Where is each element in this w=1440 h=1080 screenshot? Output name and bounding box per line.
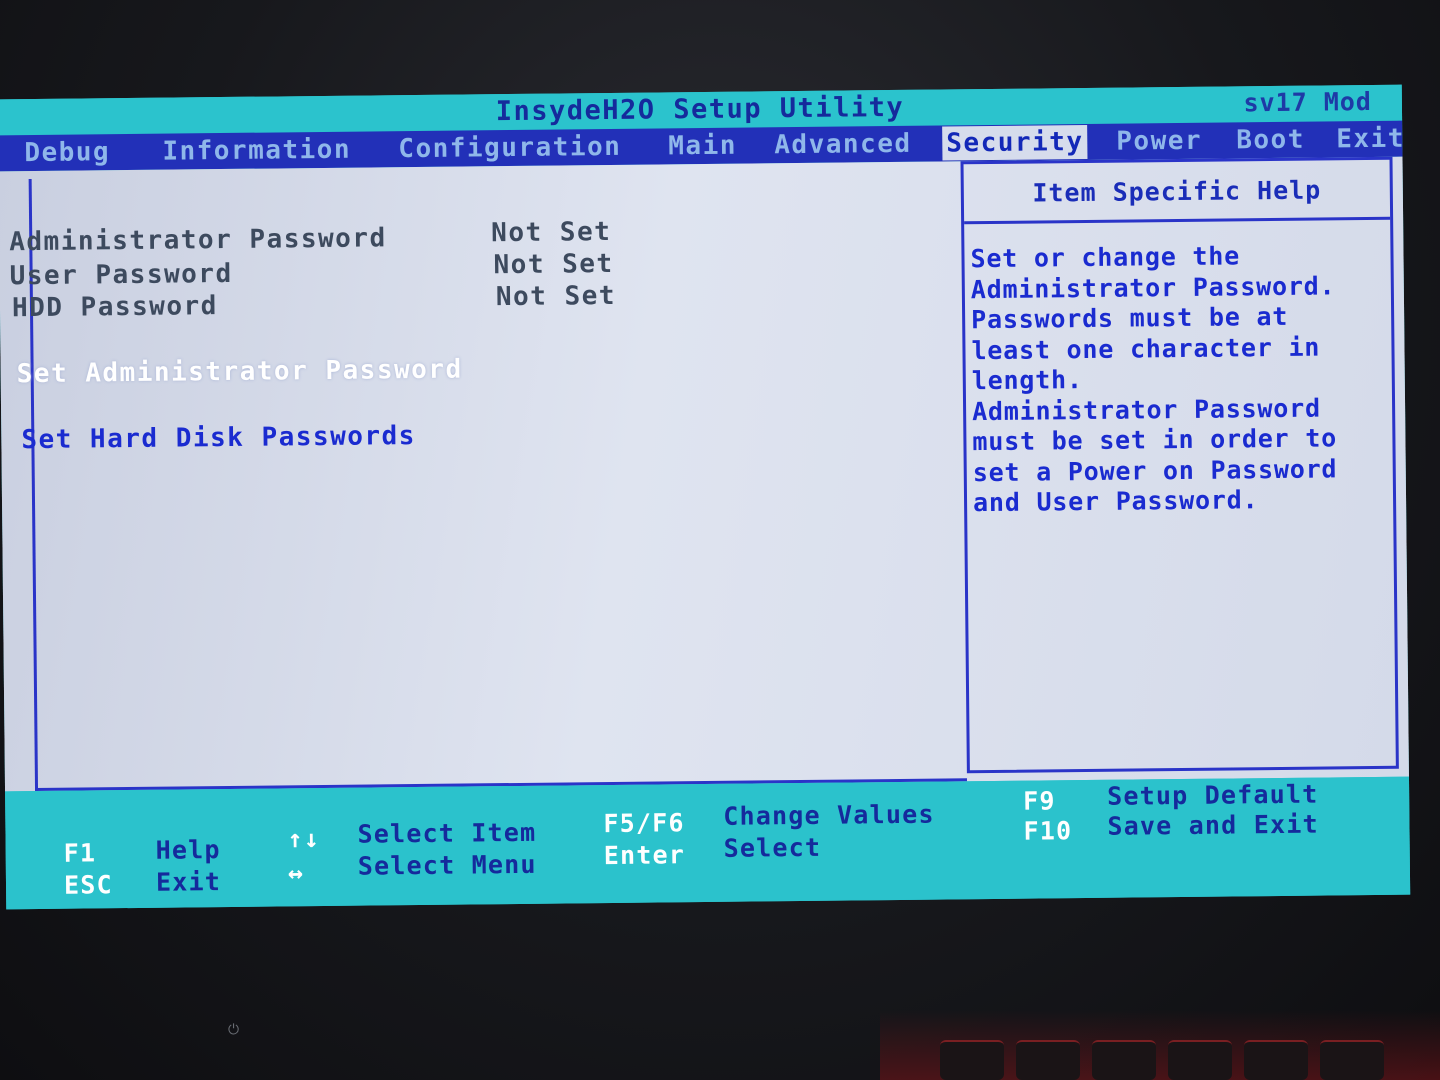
select-label: Select <box>723 832 822 863</box>
key-legend-bar: F1 Help ESC Exit ↑↓ Select Item ↔ Select… <box>5 776 1411 910</box>
tab-boot[interactable]: Boot <box>1232 123 1309 158</box>
f5-f6-key: F5/F6 <box>603 808 685 839</box>
esc-key: ESC <box>63 870 113 900</box>
tab-main[interactable]: Main <box>664 129 741 164</box>
hdd-password-status: Not Set <box>495 280 617 313</box>
change-values-label: Change Values <box>723 799 935 831</box>
f1-key: F1 <box>63 838 97 868</box>
tab-configuration[interactable]: Configuration <box>394 130 625 166</box>
help-title: Item Specific Help <box>963 159 1391 225</box>
admin-password-label: Administrator Password <box>9 223 387 258</box>
up-down-arrows-icon: ↑↓ <box>287 824 321 854</box>
power-icon: ⏻ <box>228 1022 240 1038</box>
f9-key: F9 <box>1023 786 1056 816</box>
keyboard-key <box>1244 1040 1308 1080</box>
help-line: set a Power on Password <box>972 453 1338 487</box>
keyboard-key <box>1168 1040 1232 1080</box>
select-item-label: Select Item <box>357 817 537 849</box>
hdd-password-label: HDD Password <box>11 291 218 324</box>
enter-key: Enter <box>603 840 686 871</box>
tab-security[interactable]: Security <box>942 124 1088 161</box>
tab-power[interactable]: Power <box>1112 124 1206 159</box>
user-password-status: Not Set <box>493 248 614 281</box>
select-menu-label: Select Menu <box>357 849 537 881</box>
set-hdd-password-item[interactable]: Set Hard Disk Passwords <box>21 421 416 455</box>
tab-exit[interactable]: Exit <box>1332 122 1409 157</box>
help-line: length. <box>971 365 1083 396</box>
bios-screen: InsydeH2O Setup Utility sv17 Mod Debug I… <box>0 84 1411 910</box>
set-admin-password-item[interactable]: Set Administrator Password <box>17 355 463 390</box>
help-line: Passwords must be at <box>971 301 1289 335</box>
help-line: and User Password. <box>972 485 1259 518</box>
setup-default-label: Setup Default <box>1107 779 1319 811</box>
esc-exit-label: Exit <box>155 867 222 897</box>
help-line: Administrator Password <box>971 393 1321 426</box>
save-and-exit-label: Save and Exit <box>1107 809 1319 841</box>
tab-information[interactable]: Information <box>158 133 355 169</box>
f10-key: F10 <box>1023 816 1073 846</box>
keyboard-key <box>940 1040 1004 1080</box>
keyboard-key <box>1016 1040 1080 1080</box>
keyboard-key <box>1320 1040 1384 1080</box>
tab-advanced[interactable]: Advanced <box>770 127 916 163</box>
f1-help-label: Help <box>155 835 221 865</box>
help-line: least one character in <box>971 332 1321 365</box>
help-line: must be set in order to <box>972 423 1338 457</box>
help-panel: Item Specific Help Set or change the Adm… <box>960 156 1399 774</box>
help-line: Administrator Password. <box>970 270 1336 304</box>
admin-password-status: Not Set <box>491 216 612 249</box>
help-text: Set or change the Administrator Password… <box>970 240 1337 518</box>
tab-debug[interactable]: Debug <box>20 135 114 170</box>
keyboard-key <box>1092 1040 1156 1080</box>
user-password-label: User Password <box>9 258 233 292</box>
help-line: Set or change the <box>970 241 1241 274</box>
model-label: sv17 Mod <box>1243 86 1373 118</box>
left-right-arrows-icon: ↔ <box>287 858 305 888</box>
main-area: Administrator Password Not Set User Pass… <box>0 156 1409 792</box>
